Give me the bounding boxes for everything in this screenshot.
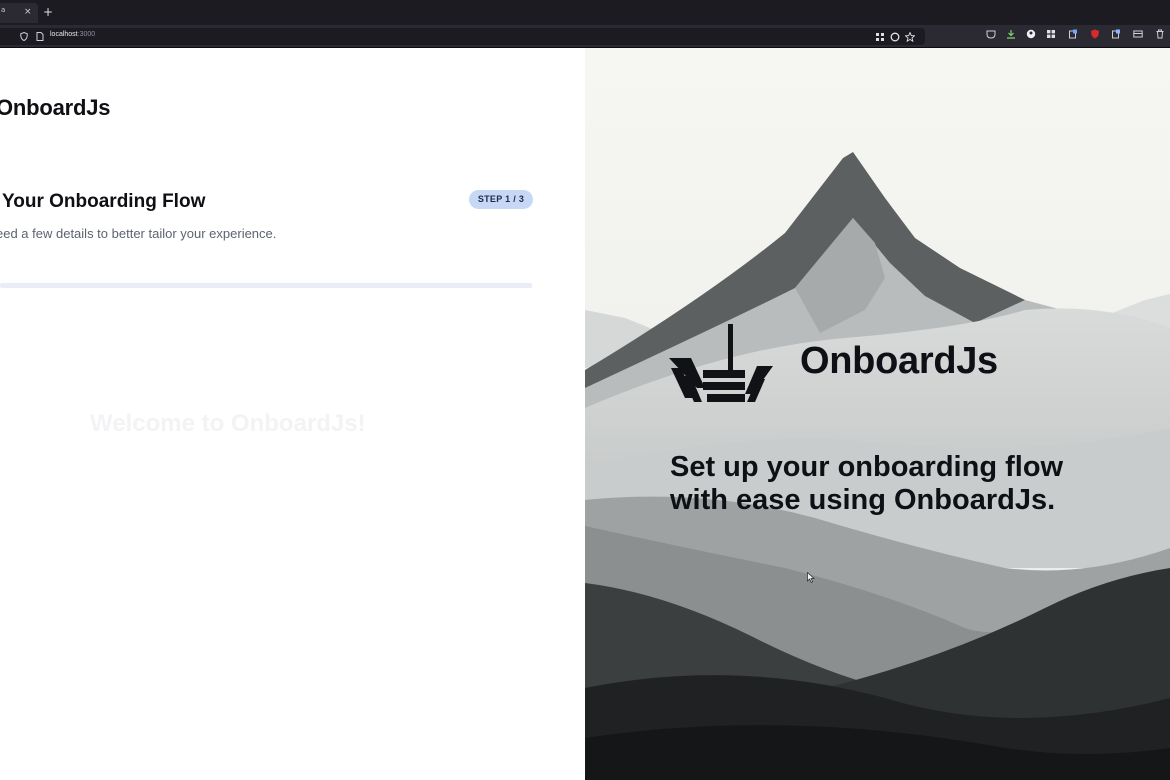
star-icon[interactable] xyxy=(905,32,915,42)
step-badge: STEP 1 / 3 xyxy=(469,190,533,209)
pocket-icon[interactable] xyxy=(986,29,996,39)
page-icon[interactable] xyxy=(36,32,44,41)
trash-icon[interactable] xyxy=(1155,29,1165,39)
onboarding-panel: OnboardJs Your Onboarding Flow eed a few… xyxy=(0,48,585,780)
brand-logo-text[interactable]: OnboardJs xyxy=(0,95,111,121)
new-tab-button[interactable]: + xyxy=(43,6,53,18)
address-bar[interactable]: localhost:3000 xyxy=(0,28,925,45)
page-subtitle: eed a few details to better tailor your … xyxy=(0,226,277,241)
hero-tagline: Set up your onboarding flow with ease us… xyxy=(670,451,1140,517)
url-port: :3000 xyxy=(77,31,96,38)
hero-tagline-line1: Set up your onboarding flow xyxy=(670,451,1064,483)
browser-tab[interactable]: a × xyxy=(0,3,38,23)
sidebar-icon[interactable] xyxy=(1133,29,1143,39)
hero-panel: OnboardJs Set up your onboarding flow wi… xyxy=(585,48,1170,780)
hero-brand: OnboardJs xyxy=(800,340,998,382)
reader-icon[interactable] xyxy=(890,32,900,42)
download-icon[interactable] xyxy=(1006,29,1016,39)
hero-tagline-line2: with ease using OnboardJs. xyxy=(670,484,1056,516)
account-icon[interactable] xyxy=(1026,29,1036,39)
browser-toolbar: localhost:3000 xyxy=(0,25,1170,48)
page-title: Your Onboarding Flow xyxy=(2,191,206,212)
mountain-illustration xyxy=(585,48,1170,780)
url-host: localhost xyxy=(50,31,78,38)
welcome-heading: Welcome to OnboardJs! xyxy=(90,410,366,437)
tab-title: a xyxy=(1,6,6,14)
onboardjs-logo-icon xyxy=(669,324,773,402)
shield-icon[interactable] xyxy=(20,32,28,41)
url-text[interactable]: localhost:3000 xyxy=(50,31,95,38)
ublock-icon[interactable] xyxy=(1090,29,1100,39)
extension-icon[interactable] xyxy=(1046,29,1056,39)
progress-bar xyxy=(0,283,532,288)
addon-icon[interactable] xyxy=(1068,29,1078,39)
mouse-cursor-icon xyxy=(807,572,815,583)
browser-tab-bar: a × + xyxy=(0,0,1170,25)
addon-icon[interactable] xyxy=(1111,29,1121,39)
close-icon[interactable]: × xyxy=(24,6,32,18)
grid-icon[interactable] xyxy=(875,32,885,42)
